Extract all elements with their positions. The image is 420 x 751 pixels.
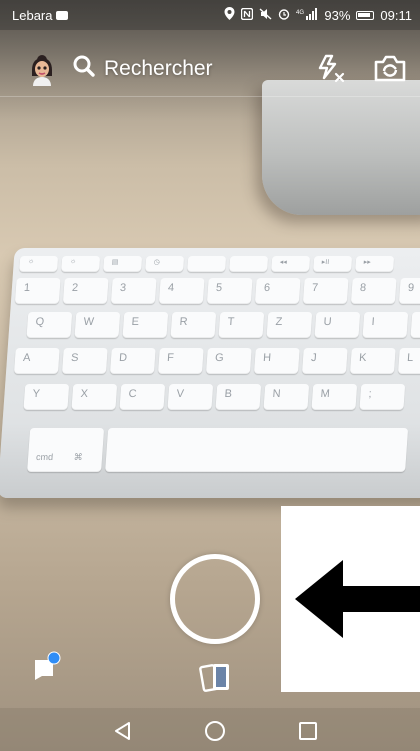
- location-icon: [224, 7, 235, 23]
- letter-key: I: [362, 312, 409, 338]
- keyboard-number-row: 1 2 3 4 5 6 7 8 9: [14, 278, 420, 304]
- letter-key: T: [218, 312, 265, 338]
- memories-icon: [199, 664, 229, 692]
- letter-key: V: [167, 384, 214, 410]
- keyboard-row-q: Q W E R T Z U I O: [26, 312, 420, 338]
- chat-icon: [35, 651, 61, 680]
- fn-key: ◷: [145, 256, 185, 272]
- keyboard-row-a: A S D F G H J K L: [13, 348, 420, 374]
- letter-key: O: [410, 312, 420, 338]
- mute-icon: [259, 7, 272, 23]
- status-icons: 4G 93% 09:11: [224, 7, 412, 23]
- status-bar: Lebara 4G 93% 09:11: [0, 0, 420, 30]
- chat-button[interactable]: [30, 650, 64, 684]
- letter-key: M: [311, 384, 358, 410]
- keyboard-bottom-row: cmd ⌘: [27, 428, 409, 472]
- space-key: [105, 428, 409, 472]
- letter-key: R: [170, 312, 217, 338]
- system-nav-bar: [0, 708, 420, 751]
- letter-key: U: [314, 312, 361, 338]
- keyboard-photo: ☼ ☼ ▤ ◷ ◂◂ ▸II ▸▸ 1 2 3 4 5 6 7 8 9 Q W …: [0, 248, 420, 498]
- fn-key: ▤: [103, 256, 143, 272]
- letter-key: C: [119, 384, 166, 410]
- fn-key: ▸▸: [355, 256, 395, 272]
- number-key: 4: [158, 278, 205, 304]
- letter-key: J: [301, 348, 348, 374]
- flip-camera-icon: [374, 55, 406, 82]
- carrier-name: Lebara: [12, 7, 53, 23]
- shutter-button[interactable]: [170, 554, 260, 644]
- nav-home-icon: [205, 721, 225, 741]
- bitmoji-avatar[interactable]: [24, 50, 60, 86]
- search-icon: [72, 54, 96, 83]
- letter-key: E: [122, 312, 169, 338]
- cmd-label: cmd: [35, 452, 54, 462]
- fn-key: ▸II: [313, 256, 353, 272]
- number-key: 6: [254, 278, 301, 304]
- monitor-stand: [262, 80, 420, 215]
- left-arrow-icon: [295, 560, 420, 638]
- fn-key: ◂◂: [271, 256, 311, 272]
- cmd-key: cmd ⌘: [27, 428, 105, 472]
- media-notification-icon: [56, 10, 69, 20]
- nav-home-button[interactable]: [204, 720, 226, 742]
- fn-key: ☼: [19, 256, 59, 272]
- search-label: Rechercher: [104, 56, 213, 80]
- letter-key: S: [61, 348, 108, 374]
- cmd-symbol: ⌘: [73, 452, 84, 462]
- alarm-icon: [278, 8, 290, 23]
- flash-off-icon: [318, 54, 345, 83]
- letter-key: Q: [26, 312, 73, 338]
- letter-key: ;: [359, 384, 406, 410]
- letter-key: L: [397, 348, 420, 374]
- letter-key: W: [74, 312, 121, 338]
- letter-key: H: [253, 348, 300, 374]
- flash-off-button[interactable]: [312, 50, 348, 86]
- carrier-group: Lebara: [12, 7, 69, 23]
- nav-back-button[interactable]: [112, 720, 134, 742]
- memories-button[interactable]: [196, 660, 236, 696]
- fn-key: [187, 256, 227, 272]
- battery-percent: 93%: [324, 7, 351, 23]
- nav-back-icon: [115, 722, 130, 740]
- number-key: 9: [398, 278, 420, 304]
- clock: 09:11: [380, 7, 412, 23]
- camera-top-bar: Rechercher: [0, 40, 420, 96]
- number-key: 5: [206, 278, 253, 304]
- number-key: 7: [302, 278, 349, 304]
- letter-key: Y: [23, 384, 70, 410]
- letter-key: X: [71, 384, 118, 410]
- arrow-overlay: [281, 506, 420, 692]
- number-key: 3: [110, 278, 157, 304]
- keyboard-fn-row: ☼ ☼ ▤ ◷ ◂◂ ▸II ▸▸: [19, 256, 395, 272]
- battery-icon: [356, 10, 375, 20]
- fn-key: [229, 256, 269, 272]
- letter-key: D: [109, 348, 156, 374]
- search-button[interactable]: Rechercher: [72, 54, 213, 83]
- number-key: 2: [62, 278, 109, 304]
- network-type: 4G: [296, 10, 304, 16]
- letter-key: N: [263, 384, 310, 410]
- flip-camera-button[interactable]: [370, 50, 410, 86]
- nfc-icon: [241, 7, 254, 23]
- letter-key: Z: [266, 312, 313, 338]
- keyboard-row-y: Y X C V B N M ;: [23, 384, 406, 410]
- top-bar-divider: [0, 96, 420, 97]
- number-key: 8: [350, 278, 397, 304]
- letter-key: G: [205, 348, 252, 374]
- nav-recent-icon: [299, 722, 317, 740]
- fn-key: ☼: [61, 256, 101, 272]
- letter-key: K: [349, 348, 396, 374]
- letter-key: A: [13, 348, 60, 374]
- nav-recent-button[interactable]: [298, 721, 318, 741]
- letter-key: F: [157, 348, 204, 374]
- signal-icon: 4G: [296, 7, 318, 23]
- letter-key: B: [215, 384, 262, 410]
- number-key: 1: [14, 278, 61, 304]
